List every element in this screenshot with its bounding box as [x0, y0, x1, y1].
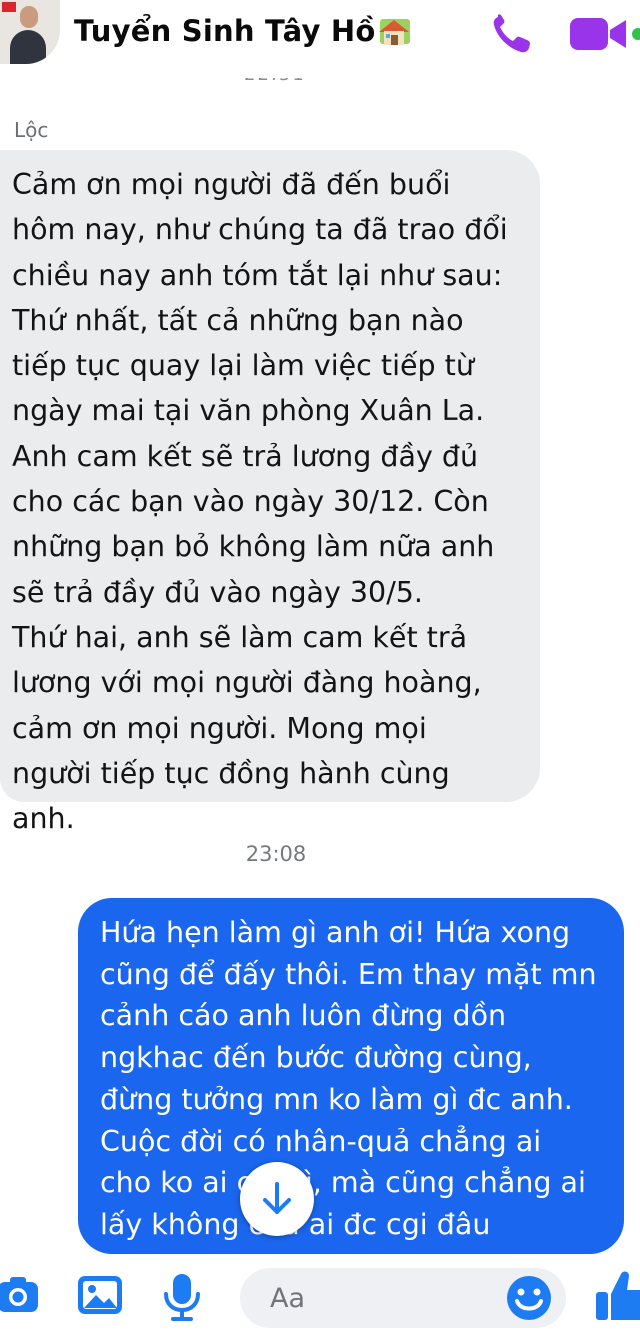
smiley-icon[interactable] — [504, 1273, 554, 1323]
conversation-title[interactable]: Tuyển Sinh Tây Hồ — [74, 14, 411, 48]
message-line: chiều nay anh tóm tắt lại như sau: — [12, 258, 503, 292]
phone-icon[interactable] — [490, 12, 540, 56]
scroll-to-bottom-button[interactable] — [240, 1162, 314, 1236]
message-line: Hứa hẹn làm gì anh ơi! Hứa xong — [100, 916, 571, 949]
message-line: cũng để đấy thôi. Em thay mặt mn — [100, 957, 597, 991]
message-line: những bạn bỏ không làm nữa anh — [12, 530, 495, 564]
message-line: sẽ trả đầy đủ vào ngày 30/5. — [12, 575, 423, 609]
incoming-message-bubble[interactable]: Cảm ơn mọi người đã đến buổi hôm nay, nh… — [0, 150, 540, 835]
house-emoji-icon — [377, 16, 411, 46]
message-line: cảm ơn mọi người. Mong mọi — [12, 711, 427, 745]
avatar-head — [20, 6, 38, 28]
camera-icon[interactable] — [0, 1272, 42, 1318]
message-composer — [0, 1256, 640, 1339]
message-line: cho ko ai cái gì, mà cũng chẳng ai — [100, 1166, 586, 1200]
conversation-title-text: Tuyển Sinh Tây Hồ — [74, 14, 376, 48]
video-camera-icon[interactable] — [566, 14, 640, 54]
message-line: Anh cam kết sẽ trả lương đầy đủ — [12, 439, 479, 473]
contact-avatar[interactable] — [0, 0, 60, 64]
thumbs-up-icon[interactable] — [594, 1268, 640, 1324]
message-line: hôm nay, như chúng ta đã trao đổi — [12, 213, 508, 247]
message-line: cho các bạn vào ngày 30/12. Còn — [12, 485, 489, 519]
timestamp-reply: 23:08 — [245, 842, 307, 866]
sender-name: Lộc — [14, 118, 49, 142]
outgoing-message-bubble[interactable]: Hứa hẹn làm gì anh ơi! Hứa xong cũng để … — [78, 898, 624, 1254]
message-line: đừng tưởng mn ko làm gì đc anh. — [100, 1082, 573, 1116]
message-line: Cảm ơn mọi người đã đến buổi — [12, 168, 451, 201]
message-line: lương với mọi người đàng hoàng, — [12, 666, 482, 700]
message-line: tiếp tục quay lại làm việc tiếp từ — [12, 349, 474, 383]
chat-header: Tuyển Sinh Tây Hồ — [0, 0, 640, 78]
message-line: lấy không của ai đc cgi đâu — [100, 1207, 491, 1241]
message-line: ngày mai tại văn phòng Xuân La. — [12, 394, 485, 428]
message-line: người tiếp tục đồng hành cùng — [12, 756, 450, 790]
message-line: anh. — [12, 802, 75, 836]
message-line: cảnh cáo anh luôn đừng dồn — [100, 999, 507, 1033]
message-line: ngkhac đến bước đường cùng, — [100, 1041, 532, 1075]
message-line: Thứ nhất, tất cả những bạn nào — [12, 303, 464, 337]
image-icon[interactable] — [76, 1272, 124, 1318]
avatar-shirt — [10, 30, 46, 64]
message-line: Cuộc đời có nhân-quả chẳng ai — [100, 1124, 542, 1158]
avatar-flag — [2, 2, 16, 12]
message-line: Thứ hai, anh sẽ làm cam kết trả — [12, 620, 468, 654]
microphone-icon[interactable] — [160, 1272, 204, 1322]
arrow-down-icon — [263, 1182, 291, 1214]
